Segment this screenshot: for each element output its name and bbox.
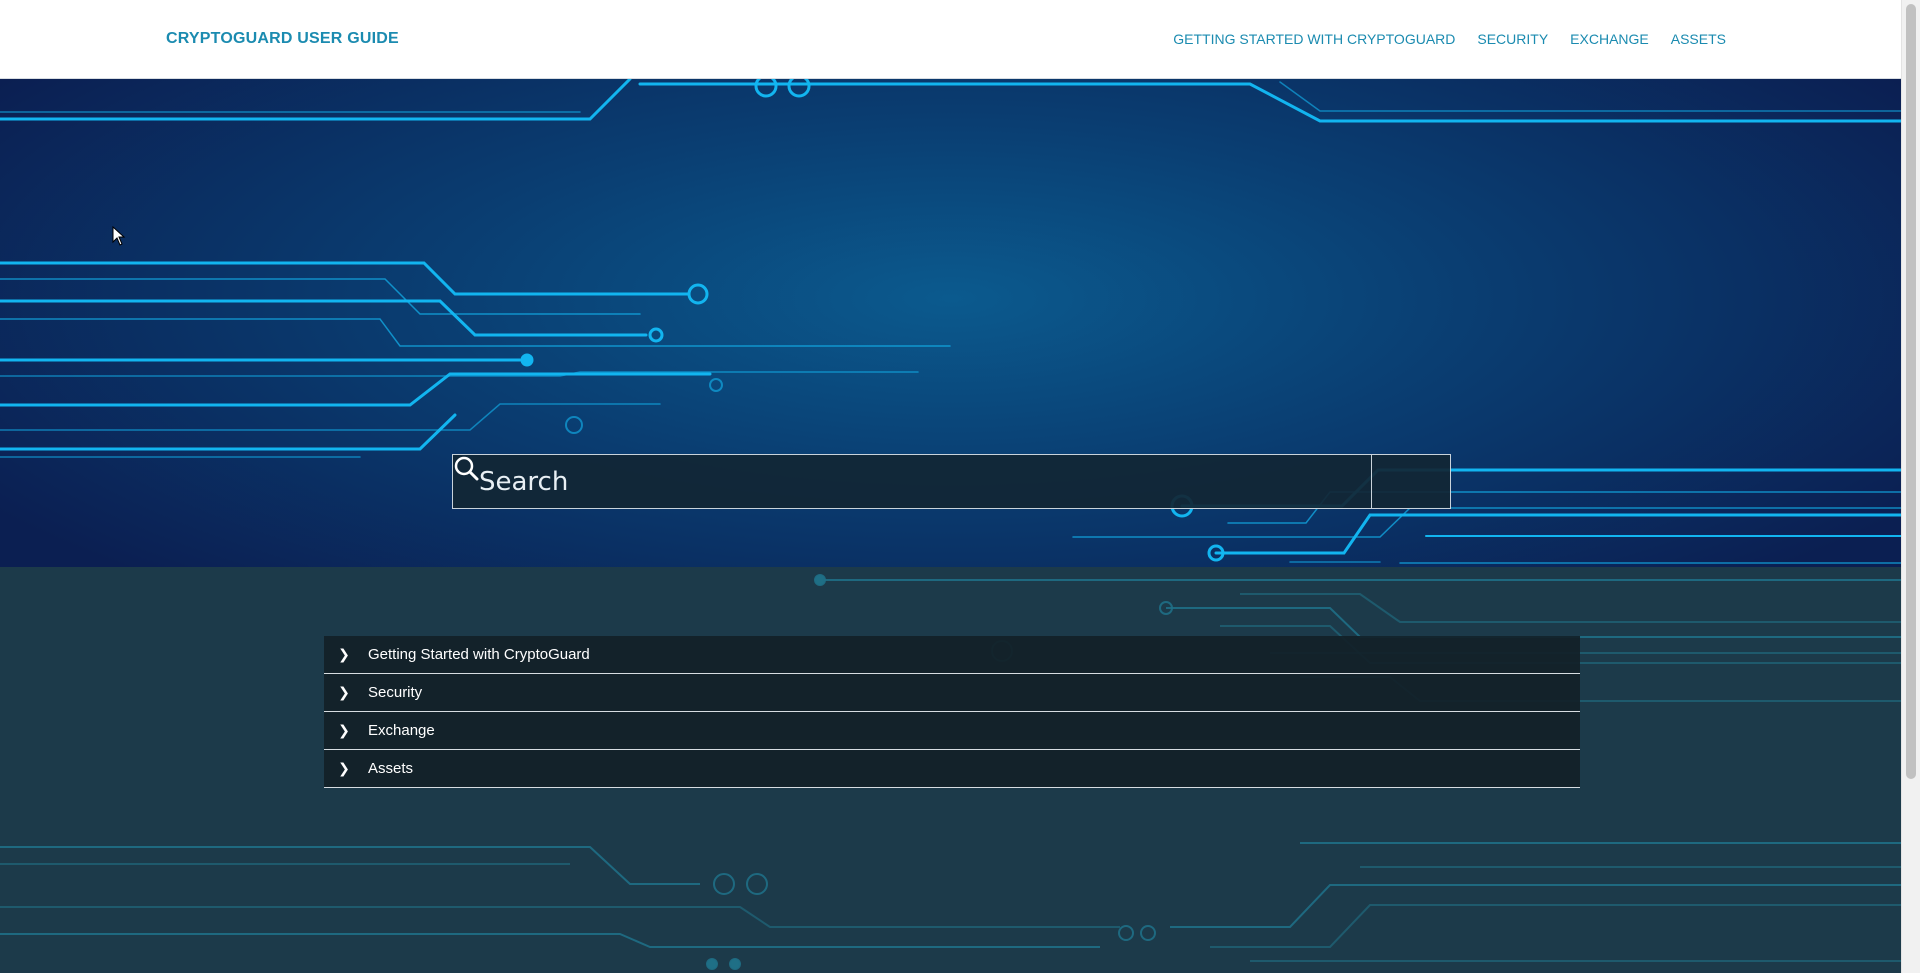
nav-assets[interactable]: ASSETS: [1671, 31, 1726, 47]
chevron-right-icon: ❯: [338, 646, 350, 663]
brand-link[interactable]: CRYPTOGUARD USER GUIDE: [166, 30, 399, 48]
scrollbar-thumb[interactable]: [1906, 4, 1916, 779]
top-nav: GETTING STARTED WITH CRYPTOGUARD SECURIT…: [1173, 31, 1726, 47]
page-scrollbar[interactable]: [1901, 0, 1920, 973]
accordion-item-label: Security: [368, 684, 423, 701]
accordion-item-label: Assets: [368, 760, 414, 777]
accordion-item-security[interactable]: ❯ Security: [324, 674, 1580, 712]
accordion-item-exchange[interactable]: ❯ Exchange: [324, 712, 1580, 750]
search-button[interactable]: [454, 455, 1450, 508]
accordion-item-getting-started[interactable]: ❯ Getting Started with CryptoGuard: [324, 636, 1580, 674]
nav-security[interactable]: SECURITY: [1477, 31, 1548, 47]
chevron-right-icon: ❯: [338, 722, 350, 739]
nav-getting-started[interactable]: GETTING STARTED WITH CRYPTOGUARD: [1173, 31, 1455, 47]
hero-banner: [0, 79, 1902, 567]
search-input[interactable]: [453, 455, 1371, 508]
mouse-cursor-icon: [112, 225, 126, 251]
chevron-right-icon: ❯: [338, 760, 350, 777]
site-header: CRYPTOGUARD USER GUIDE GETTING STARTED W…: [0, 0, 1902, 79]
search-bar: [452, 454, 1451, 509]
accordion-item-label: Getting Started with CryptoGuard: [368, 646, 590, 663]
topic-accordion: ❯ Getting Started with CryptoGuard ❯ Sec…: [324, 636, 1580, 788]
nav-exchange[interactable]: EXCHANGE: [1570, 31, 1649, 47]
chevron-right-icon: ❯: [338, 684, 350, 701]
accordion-item-assets[interactable]: ❯ Assets: [324, 750, 1580, 788]
accordion-item-label: Exchange: [368, 722, 435, 739]
